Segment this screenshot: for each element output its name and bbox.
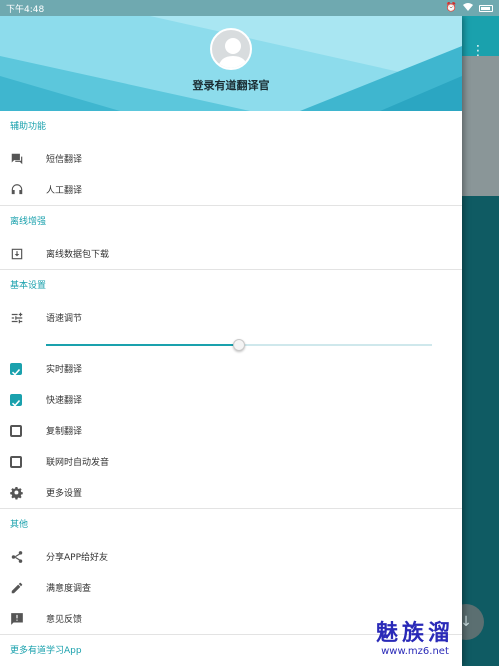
menu-item-label: 更多设置 xyxy=(46,489,83,499)
section-title: 辅助功能 xyxy=(10,122,47,132)
status-bar: 下午4:48 ⏰ xyxy=(0,0,499,16)
battery-icon xyxy=(479,4,493,12)
background-panel xyxy=(462,56,499,196)
menu-item-quick-translate[interactable]: 快速翻译 xyxy=(0,384,462,415)
headset-icon xyxy=(11,183,23,194)
menu-item-offline-download[interactable]: 离线数据包下载 xyxy=(0,238,462,269)
menu-item-label: 分享APP给好友 xyxy=(46,553,109,563)
speed-slider[interactable] xyxy=(46,339,432,351)
wifi-icon xyxy=(463,2,473,14)
section-title: 基本设置 xyxy=(10,281,47,291)
speed-slider-fill xyxy=(46,344,239,346)
avatar[interactable] xyxy=(210,28,252,70)
navigation-drawer: 登录有道翻译官 辅助功能 短信翻译 人工翻译 离线增强 离线数据包下载 基本设置 xyxy=(0,16,462,666)
watermark-title: 魅族溜 xyxy=(376,621,455,646)
menu-item-label: 短信翻译 xyxy=(46,155,83,165)
section-other: 其他 分享APP给好友 满意度调查 意见反馈 xyxy=(0,509,462,635)
speed-slider-row xyxy=(0,333,462,353)
section-offline: 离线增强 离线数据包下载 xyxy=(0,206,462,270)
checkbox-quick-translate[interactable] xyxy=(10,393,22,407)
menu-item-share-app[interactable]: 分享APP给好友 xyxy=(0,541,462,572)
menu-item-label: 联网时自动发音 xyxy=(46,458,110,468)
menu-item-label: 实时翻译 xyxy=(46,365,83,375)
menu-item-label: 离线数据包下载 xyxy=(46,250,110,260)
share-icon xyxy=(11,550,23,563)
menu-item-label: 语速调节 xyxy=(46,314,83,324)
section-title: 离线增强 xyxy=(10,217,47,227)
section-title: 其他 xyxy=(10,520,29,530)
background-toolbar: ⋮ xyxy=(462,16,499,58)
login-label[interactable]: 登录有道翻译官 xyxy=(0,77,462,93)
feedback-icon xyxy=(11,612,23,625)
download-box-icon xyxy=(11,248,23,259)
gear-icon xyxy=(10,486,23,500)
status-icons: ⏰ xyxy=(445,2,493,14)
menu-item-sms-translate[interactable]: 短信翻译 xyxy=(0,143,462,174)
menu-item-more-settings[interactable]: 更多设置 xyxy=(0,477,462,508)
checkbox-copy-translate[interactable] xyxy=(10,424,22,437)
chat-icon xyxy=(11,153,23,164)
watermark-url: www.mz6.net xyxy=(381,646,449,657)
menu-item-copy-translate[interactable]: 复制翻译 xyxy=(0,415,462,446)
menu-item-satisfaction-survey[interactable]: 满意度调查 xyxy=(0,572,462,603)
speed-slider-thumb[interactable] xyxy=(233,339,245,351)
menu-item-human-translate[interactable]: 人工翻译 xyxy=(0,174,462,205)
menu-item-auto-pronounce[interactable]: 联网时自动发音 xyxy=(0,446,462,477)
pencil-icon xyxy=(11,582,23,593)
menu-item-label: 意见反馈 xyxy=(46,615,83,625)
watermark: 魅族溜 www.mz6.net xyxy=(376,622,454,658)
status-time: 下午4:48 xyxy=(6,4,45,15)
menu-item-label: 快速翻译 xyxy=(46,396,83,406)
menu-item-label: 复制翻译 xyxy=(46,427,83,437)
menu-item-speech-speed: 语速调节 xyxy=(0,302,462,333)
section-assist: 辅助功能 短信翻译 人工翻译 xyxy=(0,111,462,206)
menu-item-label: 满意度调查 xyxy=(46,584,92,594)
section-basic-settings: 基本设置 语速调节 实时翻译 快速翻译 复制翻译 联网时自动发音 更多设置 xyxy=(0,270,462,509)
menu-item-label: 人工翻译 xyxy=(46,186,83,196)
checkbox-auto-pronounce[interactable] xyxy=(10,455,22,468)
drawer-header[interactable]: 登录有道翻译官 xyxy=(0,16,462,111)
alarm-icon: ⏰ xyxy=(445,3,457,13)
tune-icon xyxy=(11,312,23,323)
menu-item-realtime-translate[interactable]: 实时翻译 xyxy=(0,353,462,384)
user-silhouette-icon xyxy=(218,38,248,68)
checkbox-realtime-translate[interactable] xyxy=(10,362,22,376)
